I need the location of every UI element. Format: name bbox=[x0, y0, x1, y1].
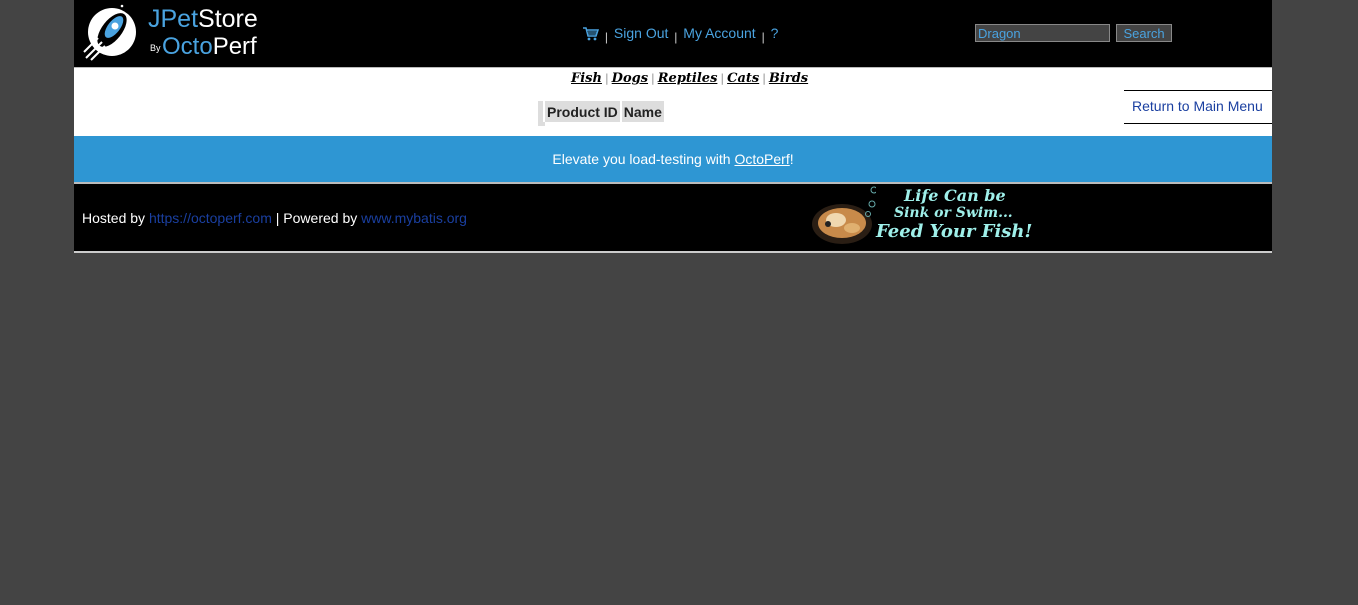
powered-by-link[interactable]: www.mybatis.org bbox=[361, 210, 467, 226]
footer-credits: Hosted by https://octoperf.com | Powered… bbox=[82, 210, 467, 226]
category-link-fish[interactable]: Fish bbox=[571, 71, 602, 86]
category-link-reptiles[interactable]: Reptiles bbox=[658, 71, 718, 86]
back-link-box: Return to Main Menu bbox=[1124, 90, 1272, 124]
ad-line-3: Feed Your Fish! bbox=[876, 221, 1033, 242]
logo-store-text: Store bbox=[198, 5, 258, 33]
shopping-cart-icon bbox=[583, 27, 599, 41]
help-link[interactable]: ? bbox=[771, 25, 779, 41]
logo-octo-text: Octo bbox=[162, 33, 213, 60]
logo-by-text: By bbox=[150, 43, 161, 53]
sign-out-link[interactable]: Sign Out bbox=[614, 25, 668, 41]
logo-line-2: OctoPerf bbox=[162, 33, 257, 61]
jpetstore-logo[interactable]: JPetStore By OctoPerf bbox=[82, 2, 262, 62]
menu-separator: | bbox=[604, 30, 609, 44]
category-quicklinks: Fish | Dogs | Reptiles | Cats | Birds bbox=[571, 71, 808, 86]
main-content: Fish | Dogs | Reptiles | Cats | Birds Product ID… bbox=[74, 67, 1272, 136]
search-button[interactable]: Search bbox=[1116, 24, 1172, 42]
octoperf-link[interactable]: OctoPerf bbox=[734, 151, 789, 167]
table-header-row: Product ID Name bbox=[538, 101, 664, 122]
hosted-by-label: Hosted by bbox=[82, 210, 149, 226]
menu-separator: | bbox=[674, 30, 678, 44]
table-empty-row bbox=[538, 122, 545, 126]
category-link-dogs[interactable]: Dogs bbox=[612, 71, 648, 86]
quicklink-separator: | bbox=[720, 72, 725, 85]
promo-banner: Elevate you load-testing with OctoPerf! bbox=[74, 136, 1272, 184]
quicklink-separator: | bbox=[604, 72, 609, 85]
footer: Hosted by https://octoperf.com | Powered… bbox=[74, 184, 1272, 253]
logo-line-1: JPetStore bbox=[148, 5, 258, 33]
category-link-birds[interactable]: Birds bbox=[769, 71, 808, 86]
table-header-blank bbox=[538, 101, 543, 122]
quicklink-separator: | bbox=[651, 72, 655, 85]
page-wrapper: JPetStore By OctoPerf | Sign Out | My Ac… bbox=[74, 0, 1272, 253]
fish-image bbox=[812, 186, 876, 244]
table-header-product-id: Product ID bbox=[545, 101, 620, 122]
fish-ad-banner[interactable]: Life Can be Sink or Swim... Feed Your Fi… bbox=[808, 184, 1058, 248]
banner-text: Elevate you load-testing with bbox=[552, 151, 735, 167]
search-form: Search bbox=[975, 24, 1172, 43]
banner-exclaim: ! bbox=[789, 151, 794, 167]
my-account-link[interactable]: My Account bbox=[683, 25, 755, 41]
logo-perf-text: Perf bbox=[212, 33, 257, 60]
header-menu: | Sign Out | My Account | ? bbox=[583, 25, 779, 44]
ad-line-1: Life Can be bbox=[904, 186, 1006, 205]
rocket-icon bbox=[83, 4, 136, 61]
table-header-name: Name bbox=[621, 101, 664, 122]
search-input[interactable] bbox=[975, 24, 1110, 42]
powered-by-label: | Powered by bbox=[271, 210, 362, 226]
category-link-cats[interactable]: Cats bbox=[727, 71, 759, 86]
header: JPetStore By OctoPerf | Sign Out | My Ac… bbox=[74, 0, 1272, 67]
quicklink-separator: | bbox=[762, 72, 766, 85]
menu-separator: | bbox=[761, 30, 765, 44]
cart-link[interactable] bbox=[583, 25, 603, 41]
logo-jpet-text: JPet bbox=[148, 5, 199, 33]
hosted-by-link[interactable]: https://octoperf.com bbox=[149, 210, 272, 226]
ad-line-2: Sink or Swim... bbox=[894, 205, 1013, 221]
return-to-main-menu-link[interactable]: Return to Main Menu bbox=[1132, 98, 1263, 114]
product-table: Product ID Name bbox=[536, 99, 666, 124]
